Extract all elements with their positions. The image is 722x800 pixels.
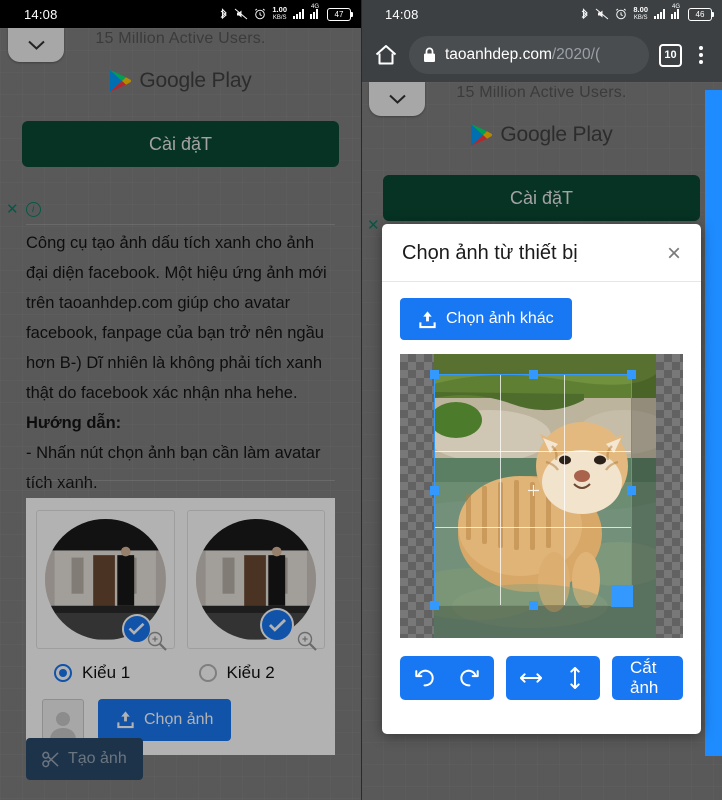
mute-icon	[234, 8, 248, 20]
crop-guide-h2	[435, 526, 631, 528]
status-time: 14:08	[385, 6, 419, 22]
tab-count-button[interactable]: 10	[659, 43, 682, 67]
right-content: 15 Million Active Users. Google Play Cài…	[361, 82, 722, 800]
crop-image-button[interactable]: Cắt ảnh	[612, 656, 683, 700]
rotate-left-icon[interactable]	[414, 667, 436, 689]
crop-toolbar: Cắt ảnh	[400, 638, 683, 720]
battery-icon: 47	[327, 7, 353, 21]
url-text: taoanhdep.com/2020/(	[445, 46, 600, 64]
close-icon[interactable]: ×	[667, 241, 681, 265]
kebab-menu-icon[interactable]	[692, 46, 710, 64]
bluetooth-icon	[219, 7, 228, 21]
crop-handle-tr[interactable]	[627, 370, 636, 379]
crop-handle-br[interactable]	[611, 585, 633, 607]
dual-screenshot: 14:08 1.00 KB/S 4G 47 15 Million Active …	[0, 0, 722, 800]
choose-other-image-button[interactable]: Chọn ảnh khác	[400, 298, 572, 340]
browser-toolbar: taoanhdep.com/2020/( 10	[361, 28, 722, 82]
crop-selection[interactable]	[430, 370, 636, 610]
crop-handle-mr[interactable]	[627, 486, 636, 495]
crop-handle-bl[interactable]	[430, 601, 439, 610]
lock-icon	[424, 47, 435, 62]
choose-other-label: Chọn ảnh khác	[446, 310, 554, 327]
flip-vertical-icon[interactable]	[564, 667, 586, 689]
rotate-right-icon[interactable]	[458, 667, 480, 689]
right-page: 15 Million Active Users. Google Play Cài…	[361, 82, 722, 800]
home-icon[interactable]	[373, 42, 399, 68]
bluetooth-icon	[580, 7, 589, 21]
data-rate-icon: 8.00 KB/S	[633, 5, 648, 22]
panel-divider	[361, 0, 362, 800]
left-dim-overlay	[0, 28, 361, 800]
left-content: 15 Million Active Users. Google Play Cài…	[0, 28, 361, 800]
data-rate-icon: 1.00 KB/S	[272, 5, 287, 22]
left-status-bar: 14:08 1.00 KB/S 4G 47	[0, 0, 361, 28]
url-bar[interactable]: taoanhdep.com/2020/(	[409, 36, 649, 74]
crop-handle-tc[interactable]	[529, 370, 538, 379]
crop-center-crosshair-icon	[528, 485, 539, 496]
flip-horizontal-icon[interactable]	[520, 667, 542, 689]
alarm-icon	[254, 8, 266, 20]
crop-guide-v1	[499, 375, 501, 605]
network-4g-icon: 4G	[310, 4, 321, 19]
right-status-bar: 14:08 8.00 KB/S 4G 46	[361, 0, 722, 28]
status-icons: 8.00 KB/S 4G 46	[580, 4, 714, 22]
crop-guide-h1	[435, 450, 631, 452]
mute-icon	[595, 8, 609, 20]
right-panel: 14:08 8.00 KB/S 4G 46 taoanhdep.com/2020…	[361, 0, 722, 800]
choose-image-modal: Chọn ảnh từ thiết bị × Chọn ảnh khác Cắt…	[382, 224, 701, 734]
status-time: 14:08	[24, 6, 58, 22]
status-icons: 1.00 KB/S 4G 47	[219, 4, 353, 22]
page-side-accent-bar	[705, 90, 722, 756]
signal-bars-icon	[654, 9, 665, 19]
flip-group	[506, 656, 600, 700]
modal-header: Chọn ảnh từ thiết bị ×	[382, 224, 701, 282]
crop-canvas[interactable]	[400, 354, 683, 638]
modal-title: Chọn ảnh từ thiết bị	[402, 242, 578, 264]
left-page: 15 Million Active Users. Google Play Cài…	[0, 28, 361, 800]
rotate-group	[400, 656, 494, 700]
crop-guide-v2	[564, 375, 566, 605]
network-4g-icon: 4G	[671, 4, 682, 19]
battery-icon: 46	[688, 7, 714, 21]
url-domain: taoanhdep.com	[445, 46, 552, 63]
alarm-icon	[615, 8, 627, 20]
url-path: /2020/(	[551, 46, 601, 63]
crop-handle-ml[interactable]	[430, 486, 439, 495]
crop-handle-tl[interactable]	[430, 370, 439, 379]
crop-handle-bc[interactable]	[529, 601, 538, 610]
left-panel: 14:08 1.00 KB/S 4G 47 15 Million Active …	[0, 0, 361, 800]
upload-icon	[419, 310, 436, 328]
modal-body: Chọn ảnh khác Cắt ảnh	[382, 282, 701, 734]
signal-bars-icon	[293, 9, 304, 19]
